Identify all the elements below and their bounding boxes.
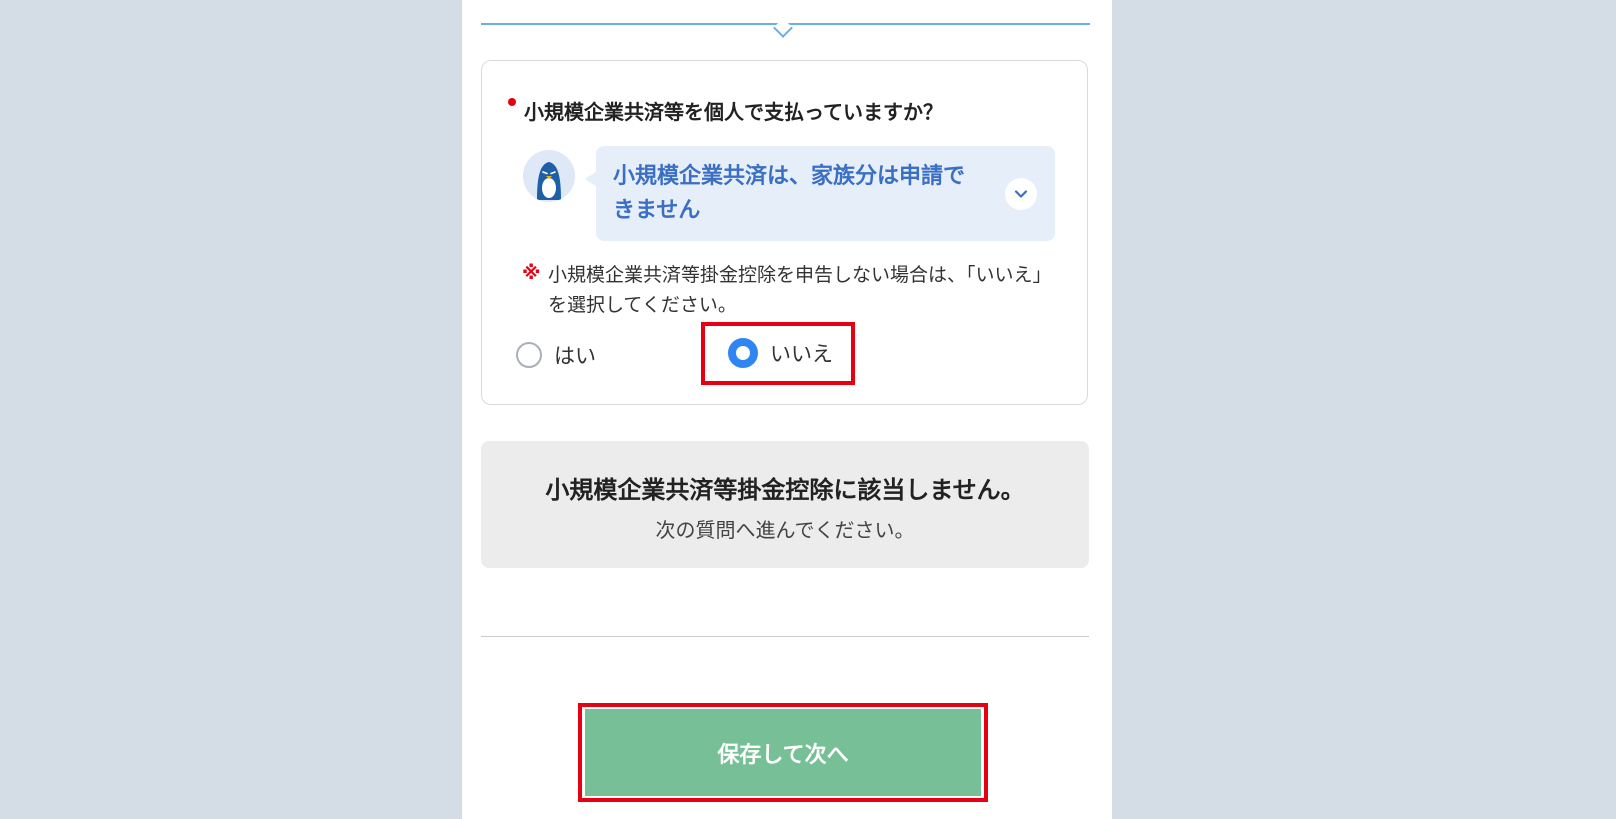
radio-unchecked-icon[interactable] xyxy=(516,342,542,368)
radio-option-yes[interactable]: はい xyxy=(516,340,596,370)
required-indicator xyxy=(508,98,516,106)
hint-text: 小規模企業共済は、家族分は申請できません xyxy=(613,164,966,223)
note-mark: ※ xyxy=(522,262,541,284)
question-title: 小規模企業共済等を個人で支払っていますか？ xyxy=(524,100,943,124)
penguin-mascot-icon xyxy=(523,150,575,202)
result-subtitle: 次の質問へ進んでください。 xyxy=(655,518,915,542)
radio-label-yes: はい xyxy=(554,344,596,368)
highlight-no-option xyxy=(701,322,855,385)
footer-divider xyxy=(481,636,1089,637)
hint-expand-button[interactable] xyxy=(1005,178,1037,210)
chevron-down-icon xyxy=(1014,190,1028,198)
note-text: 小規模企業共済等掛金控除を申告しない場合は、「いいえ」を選択してください。 xyxy=(548,264,1043,316)
result-title: 小規模企業共済等掛金控除に該当しません。 xyxy=(545,476,1025,504)
save-and-next-button[interactable]: 保存して次へ xyxy=(585,709,981,796)
